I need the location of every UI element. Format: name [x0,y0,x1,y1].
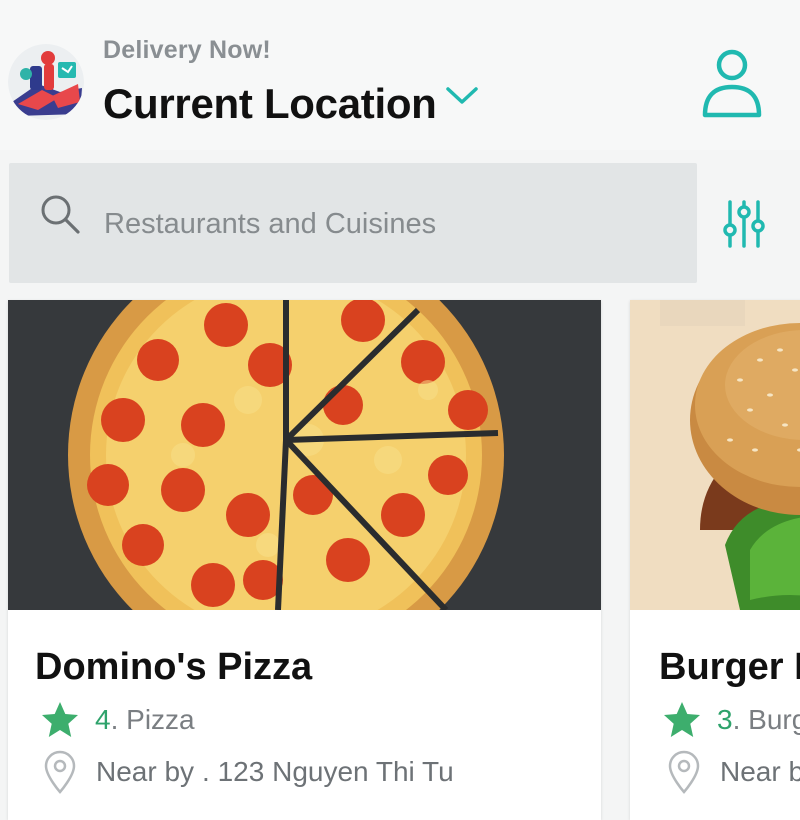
location-pin-icon [44,750,76,794]
star-icon [664,702,700,737]
search-input[interactable] [102,200,666,248]
address-row: Near by . 123 Nguyen Thi Tu [40,750,454,794]
rating-value: 3 [717,704,733,735]
delivery-subtitle: Delivery Now! [103,36,271,64]
distance-label: Near by [96,756,195,787]
distance-label: Near b [720,756,800,787]
delivery-scooter-logo-icon [8,44,84,120]
chevron-down-icon [445,87,478,104]
rating-value: 4 [95,704,111,735]
rating-row: 4 . Pizza [40,700,195,740]
filter-button[interactable] [718,196,770,252]
restaurant-card[interactable]: Burger I 3 . Burg Near b [630,300,800,820]
address-label: . 123 Nguyen Thi Tu [202,756,454,787]
pepperoni-pizza-image [8,300,601,610]
app-header: Delivery Now! Current Location [0,0,800,150]
rating-row: 3 . Burg [662,700,800,740]
restaurant-name: Domino's Pizza [35,646,313,688]
address-row: Near b [664,750,800,794]
location-pin-icon [668,750,700,794]
restaurant-name: Burger I [659,646,800,688]
cuisine-label: . Burg [732,704,800,735]
user-icon [702,49,762,118]
search-icon [41,195,80,234]
location-selector[interactable]: Current Location [103,80,479,128]
location-label: Current Location [103,80,437,127]
profile-button[interactable] [700,45,764,123]
restaurant-card[interactable]: Domino's Pizza 4 . Pizza Near by . 123 N… [8,300,601,820]
burger-image [630,300,800,610]
star-icon [42,702,78,737]
cuisine-label: . Pizza [110,704,195,735]
sliders-icon [723,200,765,248]
